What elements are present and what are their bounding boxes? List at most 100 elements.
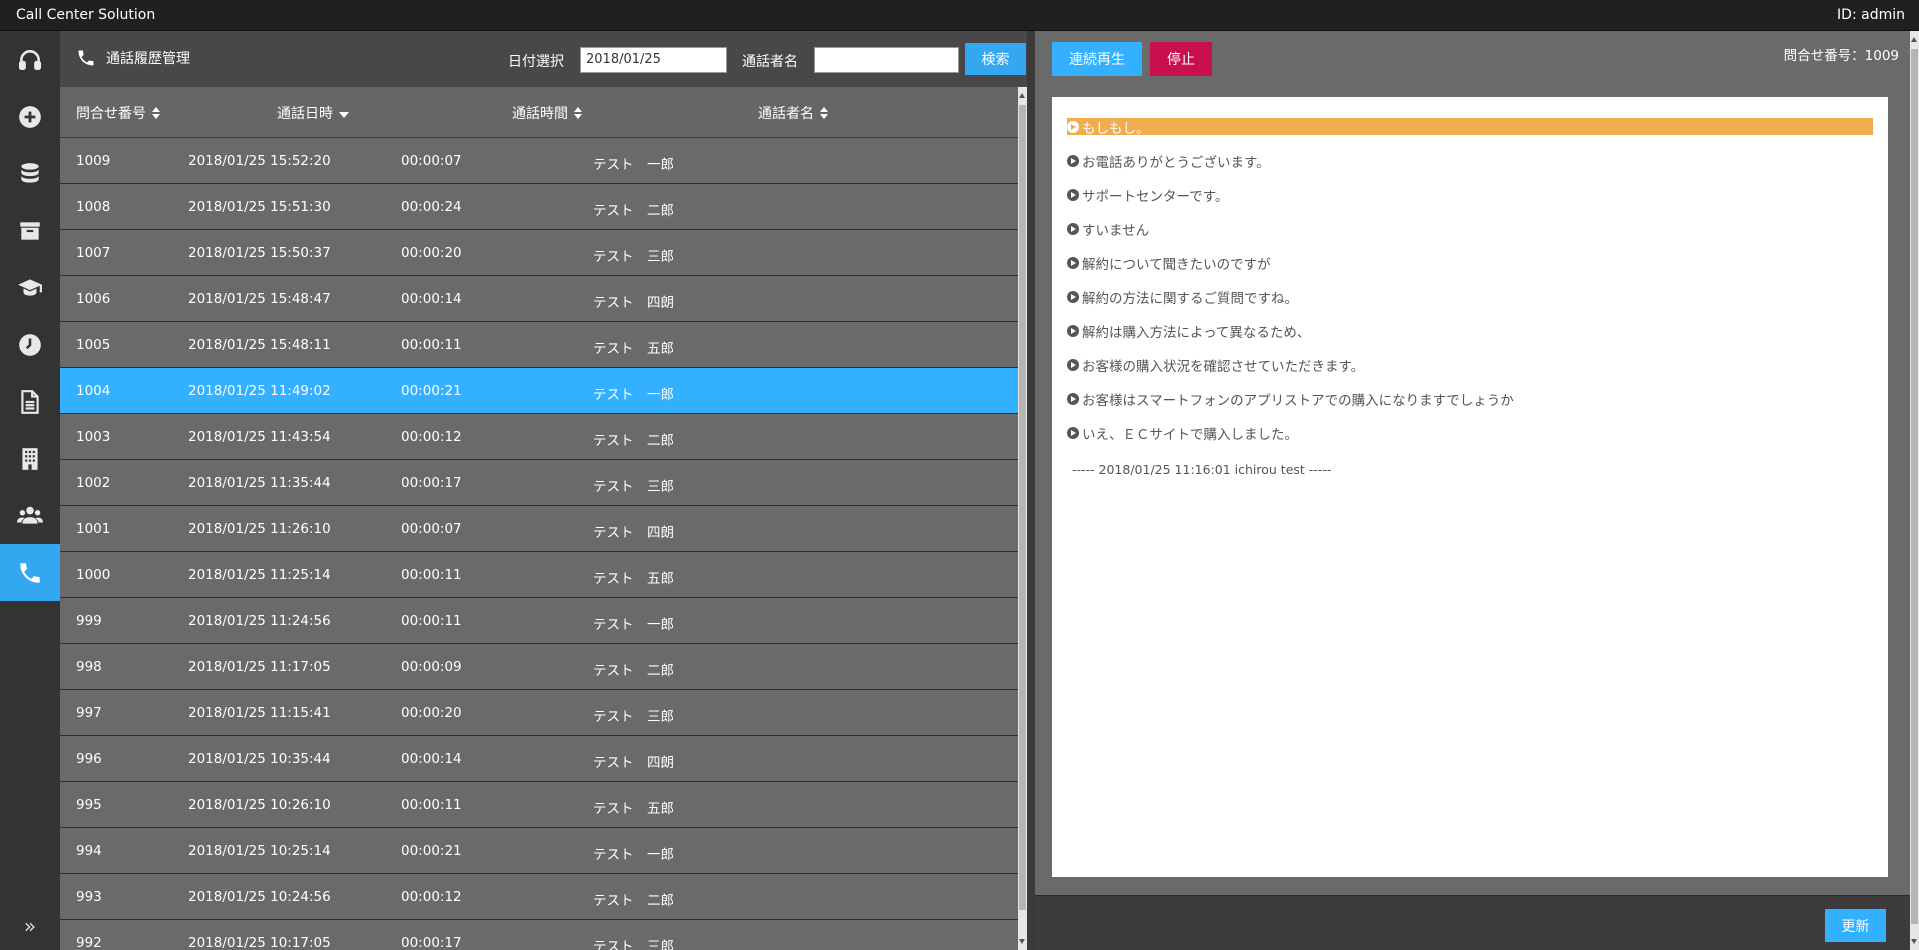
users-icon <box>17 506 43 524</box>
table-row[interactable]: 1002 2018/01/25 11:35:44 00:00:17 テスト 三郎 <box>60 460 1018 506</box>
sidebar-item-headset[interactable] <box>0 31 60 88</box>
table-row[interactable]: 997 2018/01/25 11:15:41 00:00:20 テスト 三郎 <box>60 690 1018 736</box>
scroll-up-icon <box>1019 93 1025 98</box>
search-button[interactable]: 検索 <box>965 43 1026 75</box>
scroll-down-icon <box>1911 939 1917 944</box>
sidebar-expand-button[interactable]: » <box>0 908 60 944</box>
transcript-line[interactable]: いえ、ＥＣサイトで購入しました。 <box>1067 424 1873 443</box>
cell-datetime: 2018/01/25 11:35:44 <box>188 475 331 491</box>
continuous-play-button[interactable]: 連続再生 <box>1052 42 1142 76</box>
sidebar-item-building[interactable] <box>0 430 60 487</box>
cell-duration: 00:00:11 <box>401 567 462 583</box>
play-circle-icon <box>1067 358 1079 371</box>
table-row[interactable]: 994 2018/01/25 10:25:14 00:00:21 テスト 一郎 <box>60 828 1018 874</box>
transcript-line[interactable]: 解約の方法に関するご質問ですね。 <box>1067 288 1873 307</box>
table-row[interactable]: 1000 2018/01/25 11:25:14 00:00:11 テスト 五郎 <box>60 552 1018 598</box>
sidebar-item-database[interactable] <box>0 145 60 202</box>
cell-datetime: 2018/01/25 11:25:14 <box>188 567 331 583</box>
sidebar-item-education[interactable] <box>0 259 60 316</box>
play-circle-icon <box>1067 290 1079 303</box>
table-row[interactable]: 1004 2018/01/25 11:49:02 00:00:21 テスト 一郎 <box>60 368 1018 414</box>
transcript-line[interactable]: お客様はスマートフォンのアプリストアでの購入になりますでしょうか <box>1067 390 1873 409</box>
sidebar-item-archive[interactable] <box>0 202 60 259</box>
sidebar-item-add[interactable] <box>0 88 60 145</box>
panel-title-text: 通話履歴管理 <box>106 51 190 67</box>
page-scrollbar[interactable] <box>1910 31 1919 950</box>
table-scrollbar[interactable] <box>1018 87 1027 950</box>
table-row[interactable]: 999 2018/01/25 11:24:56 00:00:11 テスト 一郎 <box>60 598 1018 644</box>
player-toolbar: 連続再生 停止 問合せ番号：1009 <box>1035 31 1919 87</box>
caller-name-input[interactable] <box>814 47 959 73</box>
table-row[interactable]: 1007 2018/01/25 15:50:37 00:00:20 テスト 三郎 <box>60 230 1018 276</box>
date-input[interactable]: 2018/01/25 <box>580 47 727 73</box>
cell-id: 1008 <box>76 199 111 215</box>
cell-duration: 00:00:07 <box>401 521 462 537</box>
transcript-text: サポートセンターです。 <box>1082 188 1229 205</box>
cell-duration: 00:00:12 <box>401 889 462 905</box>
plus-circle-icon <box>19 105 41 128</box>
transcript-line[interactable]: サポートセンターです。 <box>1067 186 1873 205</box>
column-inquiry-no[interactable]: 問合せ番号 <box>76 103 161 123</box>
cell-name: テスト 二郎 <box>593 893 674 909</box>
table-row[interactable]: 1006 2018/01/25 15:48:47 00:00:14 テスト 四朗 <box>60 276 1018 322</box>
cell-duration: 00:00:20 <box>401 245 462 261</box>
scroll-down-icon <box>1019 939 1025 944</box>
transcript-text: 解約は購入方法によって異なるため、 <box>1082 324 1311 341</box>
sidebar-item-history[interactable] <box>0 316 60 373</box>
cell-datetime: 2018/01/25 15:48:11 <box>188 337 331 353</box>
scroll-thumb[interactable] <box>1911 49 1918 924</box>
sort-icon <box>152 106 161 120</box>
transcript-text: もしもし。 <box>1082 120 1150 137</box>
sidebar-item-call-history[interactable] <box>0 544 60 601</box>
transcript-line[interactable]: 解約について聞きたいのですが <box>1067 254 1873 273</box>
transcript-line[interactable]: すいません <box>1067 220 1873 239</box>
cell-id: 1006 <box>76 291 111 307</box>
headset-icon <box>18 49 42 70</box>
cell-id: 1003 <box>76 429 111 445</box>
column-call-datetime[interactable]: 通話日時 <box>277 103 349 123</box>
transcript-text: 解約について聞きたいのですが <box>1082 256 1271 273</box>
table-row[interactable]: 993 2018/01/25 10:24:56 00:00:12 テスト 二郎 <box>60 874 1018 920</box>
table-row[interactable]: 1005 2018/01/25 15:48:11 00:00:11 テスト 五郎 <box>60 322 1018 368</box>
current-inquiry-number: 問合せ番号：1009 <box>1783 48 1899 64</box>
table-row[interactable]: 1001 2018/01/25 11:26:10 00:00:07 テスト 四朗 <box>60 506 1018 552</box>
transcript-text: 解約の方法に関するご質問ですね。 <box>1082 290 1298 307</box>
date-select-label: 日付選択 <box>508 54 564 70</box>
table-row[interactable]: 1008 2018/01/25 15:51:30 00:00:24 テスト 二郎 <box>60 184 1018 230</box>
play-circle-icon <box>1067 256 1079 269</box>
column-duration[interactable]: 通話時間 <box>512 103 583 123</box>
transcript-line[interactable]: お客様の購入状況を確認させていただきます。 <box>1067 356 1873 375</box>
transcript-panel: 連続再生 停止 問合せ番号：1009 ----- 2018/01/25 11:1… <box>1035 31 1919 950</box>
scroll-thumb[interactable] <box>1019 105 1026 910</box>
transcript-line[interactable]: もしもし。 <box>1067 118 1873 137</box>
cell-id: 1001 <box>76 521 111 537</box>
cell-name: テスト 三郎 <box>593 939 674 950</box>
transcript-line[interactable]: 解約は購入方法によって異なるため、 <box>1067 322 1873 341</box>
cell-name: テスト 一郎 <box>593 847 674 863</box>
call-history-header: 通話履歴管理 日付選択 2018/01/25 通話者名 検索 <box>60 31 1027 87</box>
transcript-text: お客様の購入状況を確認させていただきます。 <box>1082 358 1365 375</box>
table-row[interactable]: 992 2018/01/25 10:17:05 00:00:17 テスト 三郎 <box>60 920 1018 950</box>
table-row[interactable]: 995 2018/01/25 10:26:10 00:00:11 テスト 五郎 <box>60 782 1018 828</box>
table-row[interactable]: 998 2018/01/25 11:17:05 00:00:09 テスト 二郎 <box>60 644 1018 690</box>
cell-duration: 00:00:21 <box>401 383 462 399</box>
cell-id: 997 <box>76 705 102 721</box>
cell-duration: 00:00:09 <box>401 659 462 675</box>
cell-duration: 00:00:11 <box>401 797 462 813</box>
update-button[interactable]: 更新 <box>1825 909 1886 942</box>
sidebar-item-users[interactable] <box>0 487 60 544</box>
sort-desc-icon <box>339 112 349 118</box>
column-caller-name[interactable]: 通話者名 <box>758 103 829 123</box>
stop-button[interactable]: 停止 <box>1150 42 1212 76</box>
table-row[interactable]: 1003 2018/01/25 11:43:54 00:00:12 テスト 二郎 <box>60 414 1018 460</box>
sidebar-item-documents[interactable] <box>0 373 60 430</box>
table-row[interactable]: 996 2018/01/25 10:35:44 00:00:14 テスト 四朗 <box>60 736 1018 782</box>
cell-name: テスト 五郎 <box>593 801 674 817</box>
cell-datetime: 2018/01/25 11:26:10 <box>188 521 331 537</box>
cell-name: テスト 一郎 <box>593 617 674 633</box>
transcript-line[interactable]: お電話ありがとうございます。 <box>1067 152 1873 171</box>
transcript-text: いえ、ＥＣサイトで購入しました。 <box>1082 426 1298 443</box>
play-circle-icon <box>1067 188 1079 201</box>
table-row[interactable]: 1009 2018/01/25 15:52:20 00:00:07 テスト 一郎 <box>60 138 1018 184</box>
cell-duration: 00:00:07 <box>401 153 462 169</box>
